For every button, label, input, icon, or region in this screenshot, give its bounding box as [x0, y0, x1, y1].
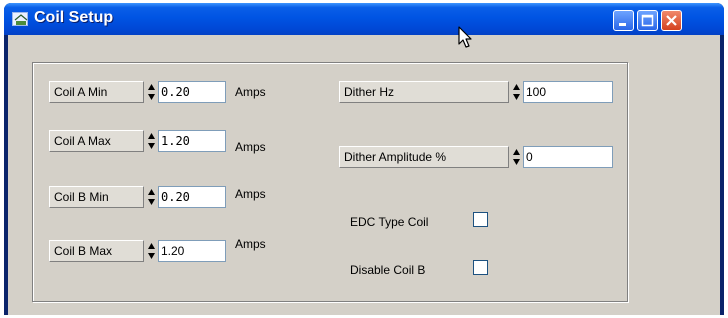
- coil-a-max-spinner[interactable]: [146, 130, 157, 152]
- mouse-cursor-icon: [458, 26, 472, 48]
- dither-hz-input[interactable]: 100: [523, 81, 613, 103]
- coil-b-max-label[interactable]: Coil B Max: [49, 240, 144, 262]
- coil-b-min-input[interactable]: 0.20: [158, 186, 226, 208]
- close-button[interactable]: [661, 10, 682, 31]
- coil-b-max-spinner[interactable]: [146, 240, 157, 262]
- minimize-button[interactable]: [613, 10, 634, 31]
- coil-a-min-spinner[interactable]: [146, 81, 157, 103]
- coil-a-max-input[interactable]: 1.20: [158, 130, 226, 152]
- coil-b-min-label[interactable]: Coil B Min: [49, 186, 144, 208]
- coil-b-max-input[interactable]: 1.20: [158, 240, 226, 262]
- window-title: Coil Setup: [34, 9, 114, 26]
- coil-b-max-unit: Amps: [235, 237, 266, 251]
- edc-type-coil-checkbox[interactable]: [473, 212, 488, 227]
- dither-amplitude-spinner[interactable]: [511, 146, 522, 168]
- minimize-icon: [619, 23, 626, 26]
- maximize-button[interactable]: [637, 10, 658, 31]
- dither-amplitude-input[interactable]: 0: [523, 146, 613, 168]
- coil-b-min-spinner[interactable]: [146, 186, 157, 208]
- coil-a-max-label[interactable]: Coil A Max: [49, 130, 144, 152]
- coil-a-min-input[interactable]: 0.20: [158, 81, 226, 103]
- disable-coil-b-label: Disable Coil B: [350, 263, 426, 277]
- dither-amplitude-label[interactable]: Dither Amplitude %: [339, 146, 509, 168]
- coil-a-max-unit: Amps: [235, 140, 266, 154]
- dither-hz-spinner[interactable]: [511, 81, 522, 103]
- dither-hz-label[interactable]: Dither Hz: [339, 81, 509, 103]
- client-area: Coil A Min 0.20 Amps Coil A Max 1.20 Amp…: [8, 35, 720, 315]
- coil-setup-window: Coil Setup Coil A Min 0.20 Amps Coil A M…: [4, 3, 724, 315]
- title-bar[interactable]: Coil Setup: [4, 3, 724, 35]
- maximize-icon: [641, 14, 654, 27]
- coil-b-min-unit: Amps: [235, 187, 266, 201]
- coil-a-min-unit: Amps: [235, 85, 266, 99]
- disable-coil-b-checkbox[interactable]: [473, 260, 488, 275]
- coil-a-min-label[interactable]: Coil A Min: [49, 81, 144, 103]
- close-icon: [666, 15, 677, 26]
- app-icon[interactable]: [12, 12, 28, 26]
- edc-type-coil-label: EDC Type Coil: [350, 215, 429, 229]
